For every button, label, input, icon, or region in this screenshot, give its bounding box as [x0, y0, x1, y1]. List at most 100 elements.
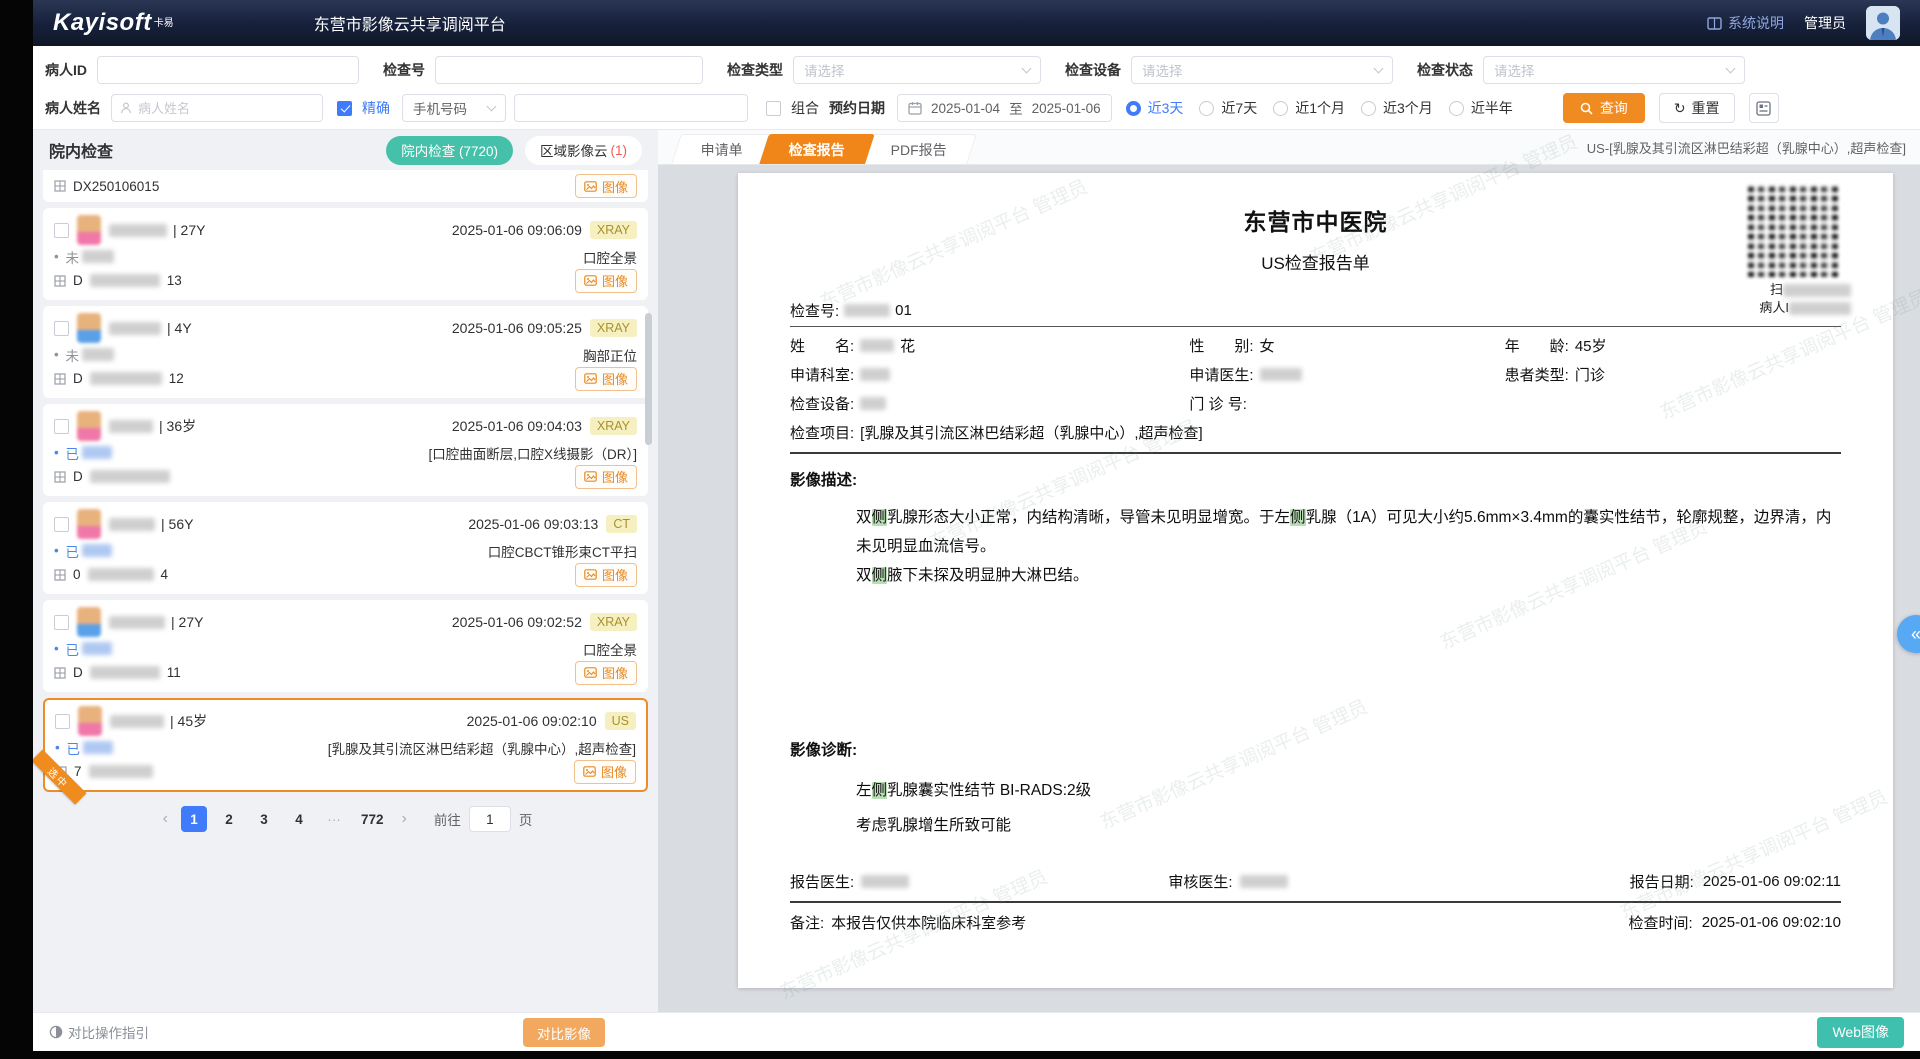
- quick-range-7days[interactable]: 近7天: [1199, 98, 1257, 118]
- patient-name-masked: | 45岁: [110, 711, 207, 731]
- qr-caption: 扫 病人I: [1759, 281, 1851, 317]
- chevron-down-icon: [487, 102, 497, 112]
- page-4[interactable]: 4: [286, 806, 312, 832]
- exam-type-select[interactable]: 请选择: [793, 56, 1041, 84]
- reset-button[interactable]: ↻ 重置: [1659, 93, 1735, 123]
- goto-page-input[interactable]: [469, 806, 511, 832]
- report-footer: 报告医生: 审核医生: 报告日期:2025-01-06 09:02:11 备注:…: [790, 871, 1841, 933]
- patient-photo-masked: [77, 509, 101, 539]
- patient-age: | 27Y: [171, 614, 203, 630]
- system-help-link[interactable]: 系统说明: [1707, 13, 1784, 33]
- phone-select[interactable]: 手机号码: [402, 94, 506, 122]
- card-checkbox[interactable]: [55, 714, 70, 729]
- exact-checkbox[interactable]: [337, 101, 352, 116]
- compare-images-button[interactable]: 对比影像: [523, 1018, 605, 1047]
- status-placeholder: 请选择: [1494, 60, 1535, 80]
- image-button-label: 图像: [602, 467, 628, 486]
- device-select[interactable]: 请选择: [1131, 56, 1393, 84]
- page-3[interactable]: 3: [251, 806, 277, 832]
- image-button[interactable]: 图像: [575, 269, 637, 293]
- patient-photo-masked: [77, 607, 101, 637]
- quick-range-1month[interactable]: 近1个月: [1273, 98, 1345, 118]
- image-icon: [584, 181, 597, 192]
- patient-age: | 56Y: [161, 516, 193, 532]
- patient-name-masked: | 56Y: [109, 516, 193, 532]
- card-checkbox[interactable]: [54, 615, 69, 630]
- exam-card[interactable]: | 4Y 2025-01-06 09:05:25 XRAY • 未 胸部正位 D…: [43, 306, 648, 398]
- exam-card[interactable]: | 56Y 2025-01-06 09:03:13 CT • 已 口腔CBCT锥…: [43, 502, 648, 594]
- grid-icon: [54, 373, 66, 385]
- patient-row-2: 申请科室: 申请医生: 患者类型:门诊: [790, 364, 1841, 385]
- avatar[interactable]: [1866, 6, 1900, 40]
- prev-page-arrow[interactable]: ‹: [159, 810, 172, 828]
- patient-name-masked: | 27Y: [109, 222, 205, 238]
- image-button[interactable]: 图像: [575, 367, 637, 391]
- search-button[interactable]: 查询: [1563, 93, 1645, 123]
- compare-guide-link[interactable]: 对比操作指引: [49, 1022, 149, 1042]
- tab-request-form[interactable]: 申请单: [671, 134, 773, 164]
- exam-card-partial[interactable]: DX250106015 图像: [43, 170, 648, 202]
- remark-value: 本报告仅供本院临床科室参考: [831, 912, 1026, 933]
- description-title: 影像描述:: [790, 468, 1841, 490]
- patient-name-box: [111, 94, 323, 122]
- page-ellipsis[interactable]: ···: [321, 806, 347, 832]
- image-button[interactable]: 图像: [575, 465, 637, 489]
- patient-age: | 36岁: [159, 416, 196, 436]
- request-doctor-label: 申请医生:: [1189, 364, 1253, 385]
- person-icon: [120, 102, 132, 114]
- exam-card[interactable]: | 27Y 2025-01-06 09:02:52 XRAY • 已 口腔全景 …: [43, 600, 648, 692]
- view-toggle-button[interactable]: [1749, 93, 1779, 123]
- tab-local-exams[interactable]: 院内检查 (7720): [386, 136, 513, 165]
- tab-exam-report[interactable]: 检查报告: [759, 134, 875, 164]
- card-checkbox[interactable]: [54, 321, 69, 336]
- page-2[interactable]: 2: [216, 806, 242, 832]
- report-status: • 未: [54, 345, 114, 365]
- exam-card-selected[interactable]: | 45岁 2025-01-06 09:02:10 US • 已 [乳腺及其引流…: [43, 698, 648, 792]
- image-button[interactable]: 图像: [574, 760, 636, 784]
- grid-icon: [54, 667, 66, 679]
- report-panel: 申请单 检查报告 PDF报告 US-[乳腺及其引流区淋巴结彩超（乳腺中心）,超声…: [658, 130, 1920, 1012]
- patient-id-input[interactable]: [97, 56, 359, 84]
- patient-name-masked: | 27Y: [109, 614, 203, 630]
- report-area: 东营市中医院 US检查报告单 扫 病人I 检查号: 01: [658, 165, 1920, 1012]
- username[interactable]: 管理员: [1804, 13, 1846, 33]
- exam-no-input[interactable]: [435, 56, 703, 84]
- next-page-arrow[interactable]: ›: [398, 810, 411, 828]
- combo-checkbox[interactable]: [766, 101, 781, 116]
- web-image-button[interactable]: Web图像: [1817, 1017, 1904, 1048]
- grid-icon: [54, 180, 66, 192]
- bottom-bar: 对比操作指引 对比影像 Web图像: [33, 1012, 1920, 1051]
- image-button[interactable]: 图像: [575, 174, 637, 198]
- quick-range-3months[interactable]: 近3个月: [1361, 98, 1433, 118]
- image-icon: [583, 766, 596, 777]
- exam-no-label: 检查号:: [790, 300, 839, 321]
- tab-regional-cloud[interactable]: 区域影像云 (1): [525, 136, 642, 165]
- card-checkbox[interactable]: [54, 517, 69, 532]
- device-field-label: 检查设备:: [790, 393, 854, 414]
- phone-input[interactable]: [514, 94, 748, 122]
- grid-view-icon: [1756, 101, 1771, 116]
- quick-range-label: 近7天: [1221, 98, 1257, 118]
- tab-cloud-label: 区域影像云: [540, 140, 608, 160]
- exam-no-label: 检查号: [383, 60, 425, 80]
- quick-range-3days[interactable]: 近3天: [1126, 98, 1184, 118]
- image-button[interactable]: 图像: [575, 563, 637, 587]
- exam-card[interactable]: | 27Y 2025-01-06 09:06:09 XRAY • 未 口腔全景 …: [43, 208, 648, 300]
- status-select[interactable]: 请选择: [1483, 56, 1745, 84]
- date-range-picker[interactable]: 2025-01-04 至 2025-01-06: [897, 94, 1112, 122]
- report-doctor-label: 报告医生:: [790, 871, 854, 892]
- quick-range-halfyear[interactable]: 近半年: [1449, 98, 1513, 118]
- page-772[interactable]: 772: [356, 806, 389, 832]
- page-1[interactable]: 1: [181, 806, 207, 832]
- card-checkbox[interactable]: [54, 223, 69, 238]
- exam-card[interactable]: | 36岁 2025-01-06 09:04:03 XRAY • 已 [口腔曲面…: [43, 404, 648, 496]
- list-scrollbar[interactable]: [645, 313, 652, 445]
- patient-name-input[interactable]: [138, 101, 314, 116]
- image-button[interactable]: 图像: [575, 661, 637, 685]
- card-checkbox[interactable]: [54, 419, 69, 434]
- exam-list-panel: 院内检查 院内检查 (7720) 区域影像云 (1): [33, 130, 658, 1012]
- tab-pdf-report[interactable]: PDF报告: [861, 134, 977, 164]
- report-page: 东营市中医院 US检查报告单 扫 病人I 检查号: 01: [738, 173, 1893, 988]
- modality-badge: XRAY: [590, 221, 637, 239]
- bottom-black-strip: [0, 1051, 1920, 1059]
